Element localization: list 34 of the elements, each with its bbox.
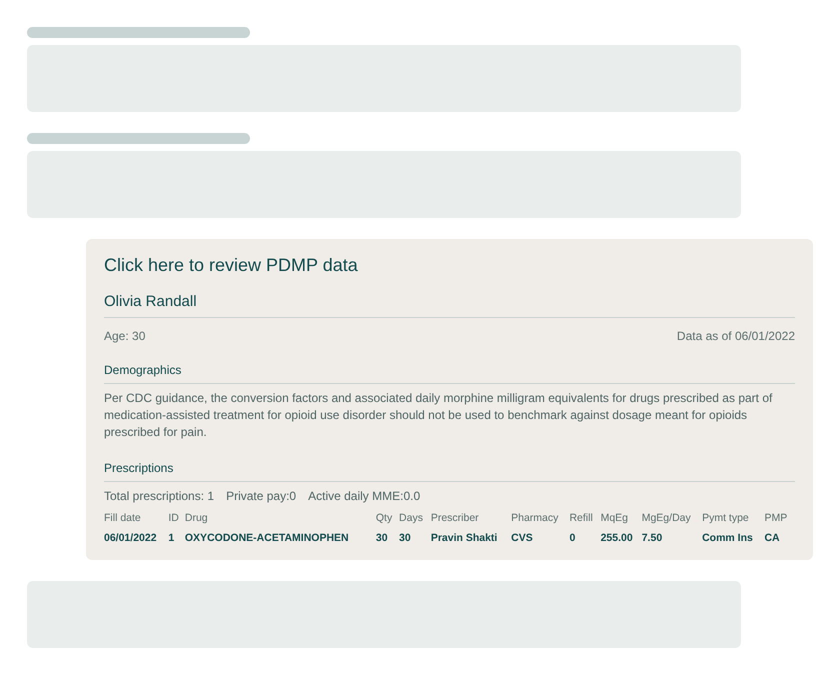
section-heading: Demographics bbox=[104, 363, 795, 384]
column-header: MgEg/Day bbox=[642, 512, 692, 526]
table-cell-text: 7.50 bbox=[642, 532, 664, 544]
table-cell-text: Pravin Shakti bbox=[430, 532, 498, 544]
section-heading: Prescriptions bbox=[104, 461, 795, 482]
table-cell: OXYCODONE-ACETAMINOPHEN bbox=[184, 532, 376, 544]
guidance-note: Per CDC guidance, the conversion factors and associated daily morphine milligram equivalents for drugs prescribed as part of medication-assisted treatment for opioid use disorder should not be used to benchmark against dosage meant for opioids prescribed for pain. bbox=[104, 390, 774, 441]
review-pdmp-link[interactable]: Click here to review PDMP data bbox=[104, 255, 358, 276]
column-header: Drug bbox=[184, 512, 376, 532]
summary-stat: Total prescriptions: 1 bbox=[104, 489, 214, 503]
table-cell-text: CA bbox=[764, 532, 781, 544]
table-cell: 0 bbox=[569, 532, 601, 544]
summary-stat: Active daily MME:0.0 bbox=[308, 489, 420, 503]
table-cell: Comm Ins bbox=[702, 532, 764, 544]
table-cell-text: 255.00 bbox=[600, 532, 634, 544]
column-header: ID bbox=[168, 512, 180, 526]
patient-age: Age: 30 bbox=[104, 329, 146, 343]
table-cell-text: 06/01/2022 bbox=[104, 532, 158, 544]
table-cell: 30 bbox=[376, 532, 400, 544]
table-cell: CVS bbox=[511, 532, 570, 544]
column-header: Refill bbox=[569, 512, 594, 526]
data-date: Data as of 06/01/2022 bbox=[676, 329, 795, 343]
column-header: Prescriber bbox=[430, 512, 480, 526]
column-header: MqEg bbox=[600, 512, 630, 526]
summary-stat: Private pay:0 bbox=[226, 489, 296, 503]
column-header: Fill date bbox=[104, 512, 142, 526]
table-cell: 1 bbox=[168, 532, 185, 544]
column-header: Pymt type bbox=[702, 512, 750, 526]
column-header: Pharmacy bbox=[511, 512, 560, 526]
column-header: Qty bbox=[376, 512, 394, 526]
patient-name: Olivia Randall bbox=[104, 293, 795, 318]
table-cell-text: 30 bbox=[399, 532, 412, 544]
column-header: Days bbox=[399, 512, 424, 526]
column-header: PMP bbox=[764, 512, 788, 526]
